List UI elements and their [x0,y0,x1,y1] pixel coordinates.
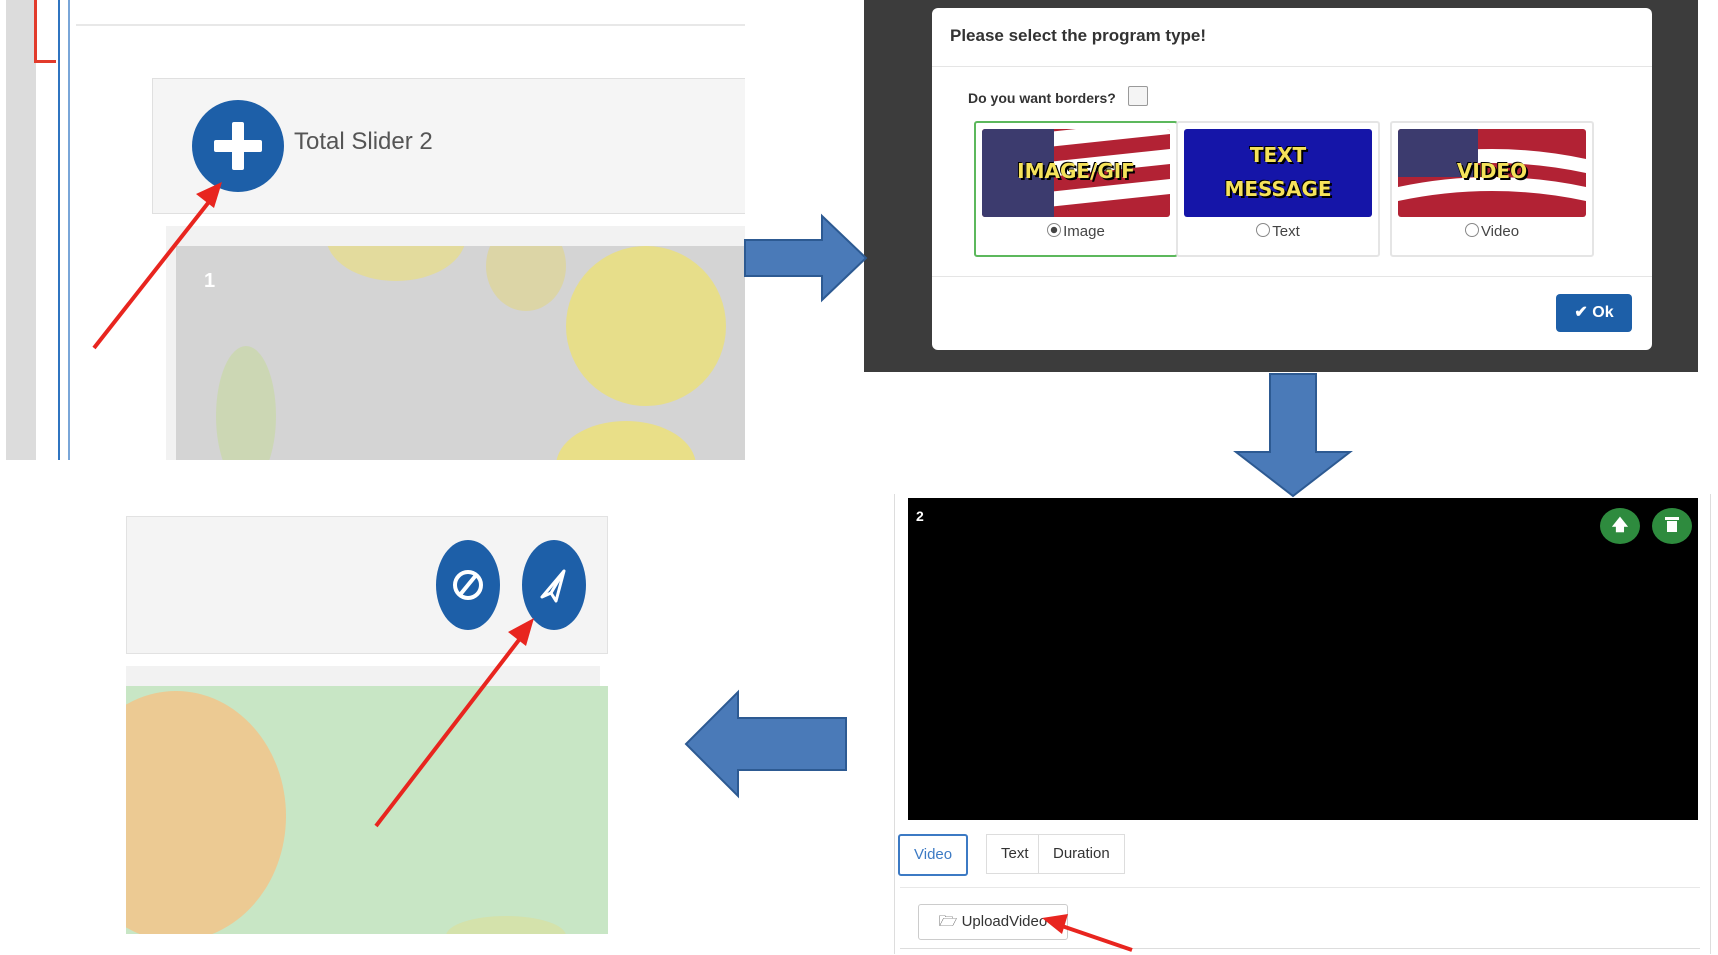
arrow-up-icon: 🡅 [1611,517,1629,534]
cancel-button[interactable] [436,540,500,630]
text-caption-line1: TEXT [1249,143,1307,167]
text-caption-line2: MESSAGE [1224,177,1332,201]
upload-video-button[interactable]: 🗁 UploadVideo [918,904,1068,940]
divider [932,276,1652,277]
add-slide-button[interactable] [192,100,284,192]
slider-title: Total Slider 2 [294,128,433,155]
image-gif-thumbnail: IMAGE/GIF [982,129,1170,217]
option-video-label: Video [1392,223,1592,240]
option-text-label: Text [1178,223,1378,240]
text-message-thumbnail: TEXT MESSAGE [1184,129,1372,217]
dialog-title: Please select the program type! [950,26,1207,45]
red-marker-foot [34,60,56,63]
ban-icon [453,570,483,600]
borders-checkbox[interactable] [1128,86,1148,106]
video-editor-screenshot: 2 🡅 Video Text Duration 🗁 UploadVideo [880,494,1718,954]
slide-number: 2 [916,508,924,524]
sidebar-strip [6,0,36,460]
paper-plane-icon [540,569,566,603]
flow-arrow-left [684,689,847,799]
publish-panel-screenshot [126,516,608,934]
divider [932,66,1652,67]
video-caption: VIDEO [1456,159,1528,183]
radio-text[interactable] [1256,223,1271,237]
tab-duration[interactable]: Duration [1038,834,1125,874]
slider-panel-screenshot: Total Slider 2 1 [6,0,745,460]
option-image-label: Image [976,223,1176,240]
fruit-image [176,246,745,460]
tab-video[interactable]: Video [898,834,969,876]
slide-number: 1 [204,270,216,292]
slide-thumbnail[interactable] [176,246,745,460]
red-marker [34,0,37,62]
move-up-button[interactable]: 🡅 [1600,508,1640,544]
ok-button[interactable]: ✔ Ok [1556,294,1632,332]
window-border [58,0,60,460]
upload-label: UploadVideo [961,913,1048,930]
borders-label: Do you want borders? [968,90,1116,106]
program-type-dialog: Please select the program type! Do you w… [932,8,1652,350]
option-image-text: Image [1063,223,1105,240]
ok-label: Ok [1592,304,1614,321]
option-video[interactable]: VIDEO Video [1390,121,1594,257]
divider [900,887,1700,888]
publish-button[interactable] [522,540,586,630]
divider [76,24,745,26]
divider [900,948,1700,949]
flow-arrow-right [744,213,868,303]
option-text-text: Text [1272,223,1300,240]
image-gif-caption: IMAGE/GIF [1017,159,1135,183]
option-text[interactable]: TEXT MESSAGE Text [1176,121,1380,257]
slide-thumbnail[interactable] [126,686,608,934]
plus-icon [214,122,262,170]
check-icon: ✔ [1574,304,1588,321]
fruit-image [126,686,608,934]
radio-image[interactable] [1047,223,1062,237]
slide-frame [126,666,600,686]
tab-text[interactable]: Text [986,834,1044,874]
option-image[interactable]: IMAGE/GIF Image [974,121,1178,257]
trash-icon [1665,517,1679,532]
delete-button[interactable] [1652,508,1692,544]
video-preview[interactable] [908,498,1698,820]
video-thumbnail: VIDEO [1398,129,1586,217]
radio-video[interactable] [1464,223,1479,237]
option-video-text: Video [1480,223,1520,240]
folder-open-icon: 🗁 [938,913,958,930]
window-border-inner [68,0,70,460]
flow-arrow-down [1233,373,1353,498]
program-type-dialog-screenshot: Please select the program type! Do you w… [864,0,1698,372]
